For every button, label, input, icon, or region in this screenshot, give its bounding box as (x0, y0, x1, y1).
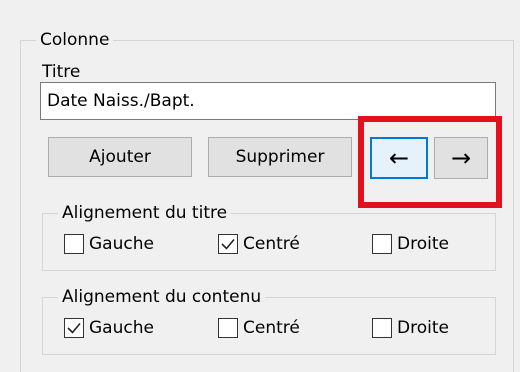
checkbox-box (64, 318, 84, 338)
checkmark-icon (221, 238, 235, 250)
checkbox-box (372, 318, 392, 338)
title-alignment-legend: Alignement du titre (58, 203, 232, 223)
checkbox-label: Gauche (89, 318, 154, 338)
title-label: Titre (42, 62, 81, 82)
content-align-center-checkbox[interactable]: Centré (218, 316, 300, 340)
delete-column-button-label: Supprimer (235, 147, 325, 167)
add-column-button-label: Ajouter (89, 147, 151, 167)
delete-column-button[interactable]: Supprimer (208, 137, 352, 177)
checkbox-label: Droite (397, 234, 449, 254)
checkbox-box (372, 234, 392, 254)
title-input[interactable] (40, 82, 496, 120)
title-align-left-checkbox[interactable]: Gauche (64, 232, 154, 256)
move-left-button[interactable]: ← (370, 137, 428, 179)
add-column-button[interactable]: Ajouter (48, 137, 192, 177)
arrow-left-icon: ← (388, 144, 410, 172)
content-align-left-checkbox[interactable]: Gauche (64, 316, 154, 340)
content-alignment-legend: Alignement du contenu (58, 287, 266, 307)
move-right-button[interactable]: → (434, 137, 488, 179)
colonne-group-legend: Colonne (36, 30, 114, 50)
checkbox-box (218, 318, 238, 338)
checkbox-label: Centré (243, 234, 300, 254)
checkbox-label: Gauche (89, 234, 154, 254)
checkmark-icon (67, 322, 81, 334)
checkbox-box (218, 234, 238, 254)
column-settings-panel: Colonne Titre Ajouter Supprimer ← → Alig… (2, 0, 520, 372)
title-align-right-checkbox[interactable]: Droite (372, 232, 449, 256)
checkbox-label: Droite (397, 318, 449, 338)
checkbox-box (64, 234, 84, 254)
title-align-center-checkbox[interactable]: Centré (218, 232, 300, 256)
checkbox-label: Centré (243, 318, 300, 338)
arrow-right-icon: → (450, 144, 472, 172)
content-align-right-checkbox[interactable]: Droite (372, 316, 449, 340)
